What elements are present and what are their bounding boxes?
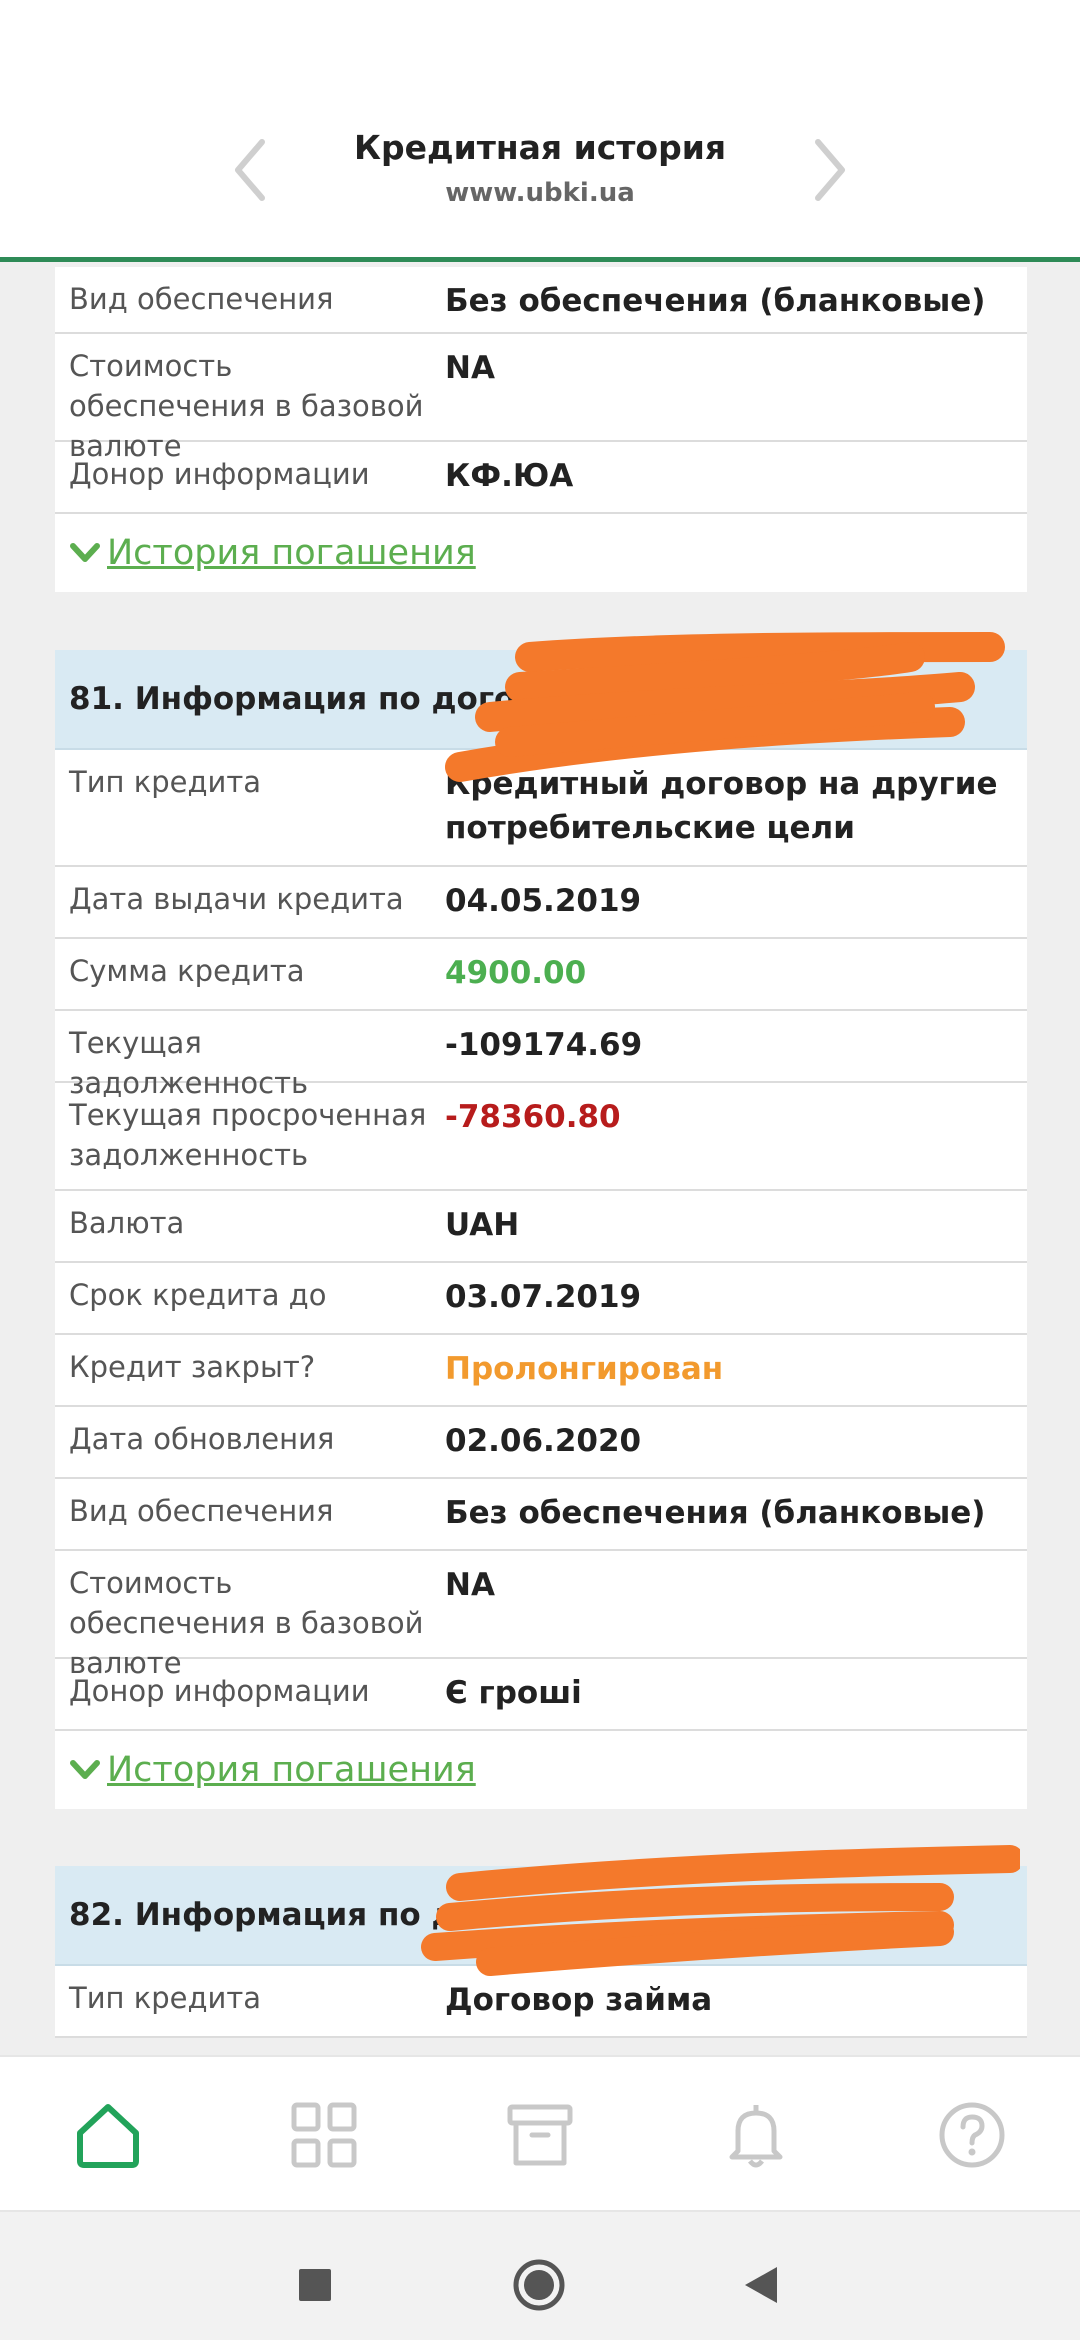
grid-icon[interactable] xyxy=(288,2099,360,2171)
info-row: Текущая просроченная задолженность -7836… xyxy=(55,1083,1027,1191)
row-value: Без обеспечения (бланковые) xyxy=(445,1495,986,1531)
row-label: Текущая просроченная задолженность xyxy=(69,1098,427,1172)
system-nav-bar xyxy=(0,2210,1080,2340)
row-value: Без обеспечения (бланковые) xyxy=(445,283,986,319)
row-value: 02.06.2020 xyxy=(445,1423,642,1459)
row-value: 04.05.2019 xyxy=(445,883,642,919)
row-label: Тип кредита xyxy=(69,765,262,799)
info-row: Вид обеспечения Без обеспечения (бланков… xyxy=(55,1479,1027,1551)
info-row: Кредит закрыт? Пролонгирован xyxy=(55,1335,1027,1407)
repayment-history-link[interactable]: История погашения xyxy=(107,1750,476,1790)
row-label: Валюта xyxy=(69,1206,185,1240)
overdue-debt-value: -78360.80 xyxy=(445,1099,621,1135)
contract-card-80: Вид обеспечения Без обеспечения (бланков… xyxy=(55,267,1027,592)
row-label: Стоимость обеспечения в базовой валюте xyxy=(69,1566,424,1680)
bell-icon[interactable] xyxy=(720,2099,792,2171)
row-label: Срок кредита до xyxy=(69,1278,327,1312)
row-label: Кредит закрыт? xyxy=(69,1350,316,1384)
info-row: Дата обновления 02.06.2020 xyxy=(55,1407,1027,1479)
info-row: Валюта UAH xyxy=(55,1191,1027,1263)
info-row: Донор информации Є гроші xyxy=(55,1659,1027,1731)
next-arrow-icon[interactable] xyxy=(800,130,860,210)
info-row: Стоимость обеспечения в базовой валюте N… xyxy=(55,1551,1027,1680)
credit-status-value: Пролонгирован xyxy=(445,1351,724,1387)
info-row: Вид обеспечения Без обеспечения (бланков… xyxy=(55,267,1027,334)
row-label: Тип кредита xyxy=(69,1981,262,2015)
info-row: Стоимость обеспечения в базовой валюте N… xyxy=(55,334,1027,463)
row-label: Стоимость обеспечения в базовой валюте xyxy=(69,349,424,463)
row-label: Сумма кредита xyxy=(69,954,305,988)
row-label: Текущая задолженность xyxy=(69,1026,309,1100)
row-label: Дата выдачи кредита xyxy=(69,882,404,916)
row-label: Вид обеспечения xyxy=(69,282,334,316)
home-circle-icon[interactable] xyxy=(511,2257,567,2313)
credit-amount-value: 4900.00 xyxy=(445,955,587,991)
recents-square-icon[interactable] xyxy=(287,2257,343,2313)
row-label: Дата обновления xyxy=(69,1422,335,1456)
archive-icon[interactable] xyxy=(504,2099,576,2171)
row-label: Донор информации xyxy=(69,457,370,491)
bottom-tab-bar xyxy=(0,2055,1080,2210)
repayment-history-link[interactable]: История погашения xyxy=(107,533,476,573)
redaction-scribble xyxy=(445,632,1005,782)
info-row: Донор информации КФ.ЮА xyxy=(55,442,1027,514)
info-row: Сумма кредита 4900.00 xyxy=(55,939,1027,1011)
row-value: 03.07.2019 xyxy=(445,1279,642,1315)
row-label: Донор информации xyxy=(69,1674,370,1708)
chevron-down-icon xyxy=(69,1758,101,1782)
history-link-row[interactable]: История погашения xyxy=(55,514,1027,592)
row-value: NA xyxy=(445,1567,495,1603)
help-icon[interactable] xyxy=(936,2099,1008,2171)
app-header: Кредитная история www.ubki.ua xyxy=(0,0,1080,262)
row-value: -109174.69 xyxy=(445,1027,643,1063)
page-subtitle: www.ubki.ua xyxy=(445,178,635,208)
chevron-down-icon xyxy=(69,541,101,565)
contract-card-81: 81. Информация по договору ( Тип кредита… xyxy=(55,650,1027,1809)
home-icon[interactable] xyxy=(72,2099,144,2171)
info-row: Текущая задолженность -109174.69 xyxy=(55,1011,1027,1100)
row-value: Є гроші xyxy=(445,1675,582,1711)
history-link-row[interactable]: История погашения xyxy=(55,1731,1027,1809)
content-scroll[interactable]: Вид обеспечения Без обеспечения (бланков… xyxy=(0,267,1080,2055)
page-title: Кредитная история xyxy=(353,128,727,167)
info-row: Дата выдачи кредита 04.05.2019 xyxy=(55,867,1027,939)
row-value: UAH xyxy=(445,1207,520,1243)
info-row: Срок кредита до 03.07.2019 xyxy=(55,1263,1027,1335)
back-triangle-icon[interactable] xyxy=(735,2257,791,2313)
redaction-scribble xyxy=(421,1845,1020,1976)
row-value: NA xyxy=(445,350,495,386)
row-value: КФ.ЮА xyxy=(445,458,574,494)
row-label: Вид обеспечения xyxy=(69,1494,334,1528)
